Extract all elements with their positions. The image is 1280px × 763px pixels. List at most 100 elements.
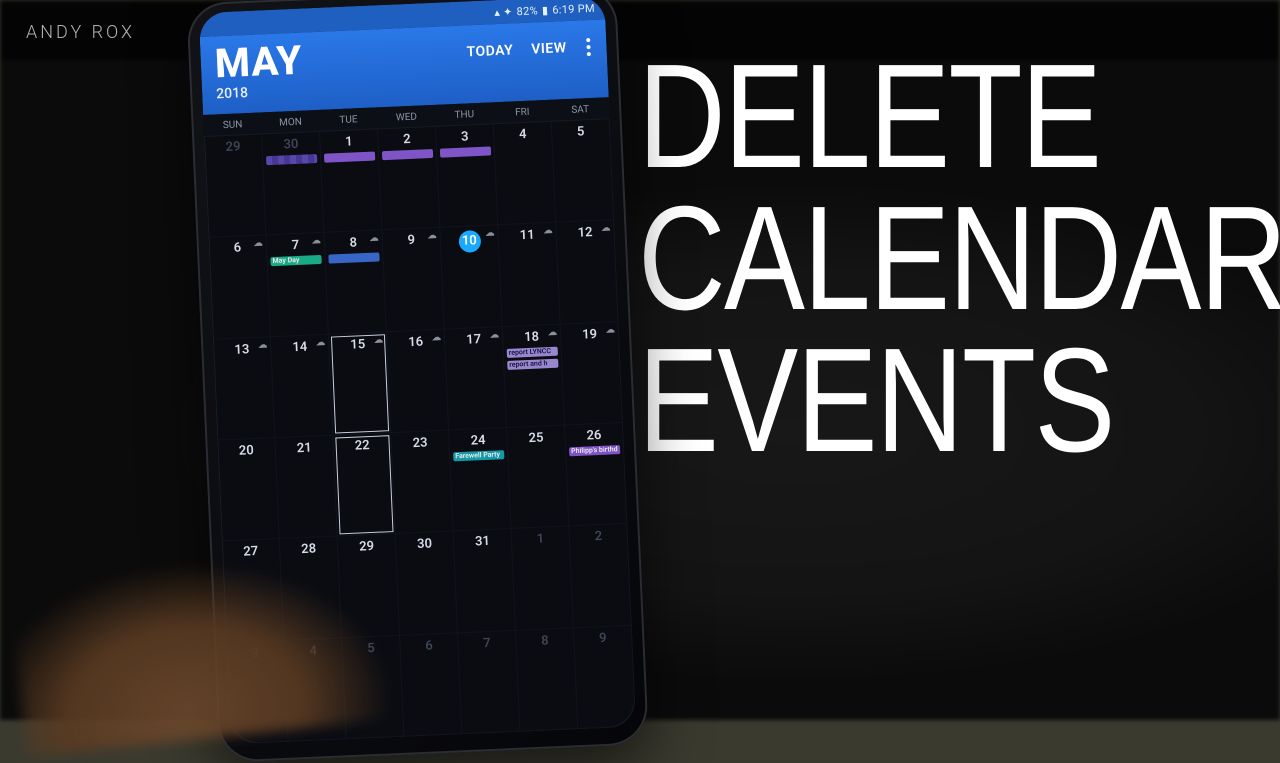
calendar-day-cell[interactable]: 7☁May Day	[266, 233, 328, 337]
calendar-day-cell[interactable]: 1	[511, 527, 573, 631]
view-button[interactable]: VIEW	[531, 40, 567, 58]
calendar-event-chip[interactable]: Farewell Party	[453, 450, 504, 461]
calendar-day-cell[interactable]: 3	[226, 641, 288, 745]
calendar-day-cell[interactable]: 5	[342, 636, 404, 740]
phone-screen: ▴ ✦ 82% ▮ 6:19 PM MAY 2018 TODAY VIEW SU…	[199, 0, 637, 744]
day-number: 28	[283, 541, 335, 558]
calendar-day-cell[interactable]: 18☁report LYNCCreport and h	[503, 324, 565, 428]
day-number: 10	[458, 230, 481, 253]
weather-icon: ☁	[316, 338, 325, 348]
battery-icon: ▮	[542, 3, 549, 16]
calendar-day-cell[interactable]: 4	[494, 122, 556, 226]
calendar-day-cell[interactable]: 14☁	[271, 334, 333, 438]
day-number: 30	[265, 136, 317, 153]
status-time: 6:19 PM	[552, 1, 595, 16]
day-number: 6	[403, 637, 455, 654]
weather-icon: ☁	[548, 327, 557, 337]
dow-label: MON	[261, 116, 319, 130]
calendar-day-cell[interactable]: 5	[552, 119, 614, 223]
calendar-event-chip[interactable]	[382, 149, 433, 160]
calendar-day-cell[interactable]: 2	[569, 524, 631, 628]
calendar-event-chip[interactable]: May Day	[270, 255, 321, 266]
thumbnail-headline: DELETE CALENDAR EVENTS	[638, 46, 1258, 472]
calendar-day-cell[interactable]: 3	[436, 124, 498, 228]
calendar-day-cell[interactable]: 29	[338, 534, 400, 638]
calendar-day-cell[interactable]: 31	[454, 529, 516, 633]
calendar-day-cell[interactable]: 15☁	[329, 332, 391, 436]
calendar-day-cell[interactable]: 13☁	[213, 337, 275, 441]
calendar-day-cell[interactable]: 9☁	[382, 228, 444, 332]
day-number: 2	[381, 131, 433, 148]
calendar-day-cell[interactable]: 28	[280, 537, 342, 641]
calendar-day-cell[interactable]: 20	[217, 438, 279, 542]
calendar-day-cell[interactable]: 26Philipp's birthd	[565, 423, 627, 527]
weather-icon: ☁	[258, 340, 267, 350]
day-number: 26	[568, 427, 620, 444]
calendar-day-cell[interactable]: 12☁	[556, 220, 618, 324]
day-number: 5	[345, 640, 397, 657]
channel-watermark: ANDY ROX	[26, 22, 135, 43]
weather-icon: ☁	[427, 231, 436, 241]
calendar-day-cell[interactable]: 21	[275, 436, 337, 540]
calendar-event-chip[interactable]	[440, 146, 491, 157]
year-label: 2018	[216, 83, 304, 103]
calendar-day-cell[interactable]: 11☁	[498, 223, 560, 327]
day-number: 4	[287, 642, 339, 659]
calendar-event-chip[interactable]: Philipp's birthd	[569, 445, 620, 456]
day-number: 1	[515, 531, 567, 548]
weather-icon: ☁	[312, 236, 321, 246]
calendar-day-cell[interactable]: 17☁	[445, 327, 507, 431]
dow-label: TUE	[319, 113, 377, 127]
calendar-day-cell[interactable]: 7	[458, 630, 520, 734]
calendar-day-cell[interactable]: 10☁	[440, 226, 502, 330]
headline-line-1: DELETE	[638, 46, 1146, 188]
day-number: 29	[207, 139, 259, 156]
day-number: 25	[510, 430, 562, 447]
day-number: 20	[221, 442, 273, 459]
calendar-day-cell[interactable]: 9	[574, 625, 636, 729]
weather-icon: ☁	[374, 335, 383, 345]
calendar-event-chip[interactable]	[266, 154, 317, 165]
calendar-event-chip[interactable]: report LYNCC	[507, 346, 558, 357]
calendar-day-cell[interactable]: 25	[507, 425, 569, 529]
calendar-event-chip[interactable]	[324, 152, 375, 163]
calendar-day-cell[interactable]: 4	[284, 638, 346, 742]
day-number: 30	[399, 536, 451, 553]
today-button[interactable]: TODAY	[466, 42, 513, 60]
day-number: 24	[452, 432, 504, 449]
calendar-day-cell[interactable]: 1	[320, 129, 382, 233]
calendar-day-cell[interactable]: 24Farewell Party	[449, 428, 511, 532]
calendar-day-cell[interactable]: 8	[516, 628, 578, 732]
calendar-day-cell[interactable]: 8☁	[324, 231, 386, 335]
day-number: 29	[341, 538, 393, 555]
calendar-day-cell[interactable]: 23	[391, 431, 453, 535]
day-number: 22	[336, 437, 388, 454]
overflow-menu-icon[interactable]	[584, 36, 593, 58]
calendar-day-cell[interactable]: 30	[262, 132, 324, 236]
weather-icon: ☁	[601, 224, 610, 234]
calendar-day-cell[interactable]: 16☁	[387, 329, 449, 433]
day-number: 2	[573, 528, 625, 545]
month-picker[interactable]: MAY 2018	[214, 41, 304, 103]
day-number: 31	[457, 533, 509, 550]
day-number: 27	[225, 544, 277, 561]
calendar-day-cell[interactable]: 6	[400, 633, 462, 737]
headline-line-2: CALENDAR	[638, 188, 1146, 330]
weather-icon: ☁	[369, 234, 378, 244]
signal-icon: ▴ ✦	[494, 5, 513, 19]
calendar-day-cell[interactable]: 22	[333, 433, 395, 537]
month-label: MAY	[214, 41, 303, 85]
day-number: 3	[229, 645, 281, 662]
calendar-day-cell[interactable]: 2	[378, 127, 440, 231]
calendar-event-chip[interactable]: report and h	[507, 358, 558, 369]
calendar-month-grid[interactable]: 2930123456☁7☁May Day8☁9☁10☁11☁12☁13☁14☁1…	[204, 119, 636, 744]
calendar-day-cell[interactable]: 27	[222, 539, 284, 643]
calendar-day-cell[interactable]: 29	[204, 134, 266, 238]
calendar-day-cell[interactable]: 6☁	[209, 236, 271, 340]
calendar-day-cell[interactable]: 19☁	[561, 322, 623, 426]
weather-icon: ☁	[432, 332, 441, 342]
dow-label: SAT	[551, 103, 609, 117]
calendar-day-cell[interactable]: 30	[396, 532, 458, 636]
day-number: 1	[323, 134, 375, 151]
calendar-event-chip[interactable]	[328, 253, 379, 264]
